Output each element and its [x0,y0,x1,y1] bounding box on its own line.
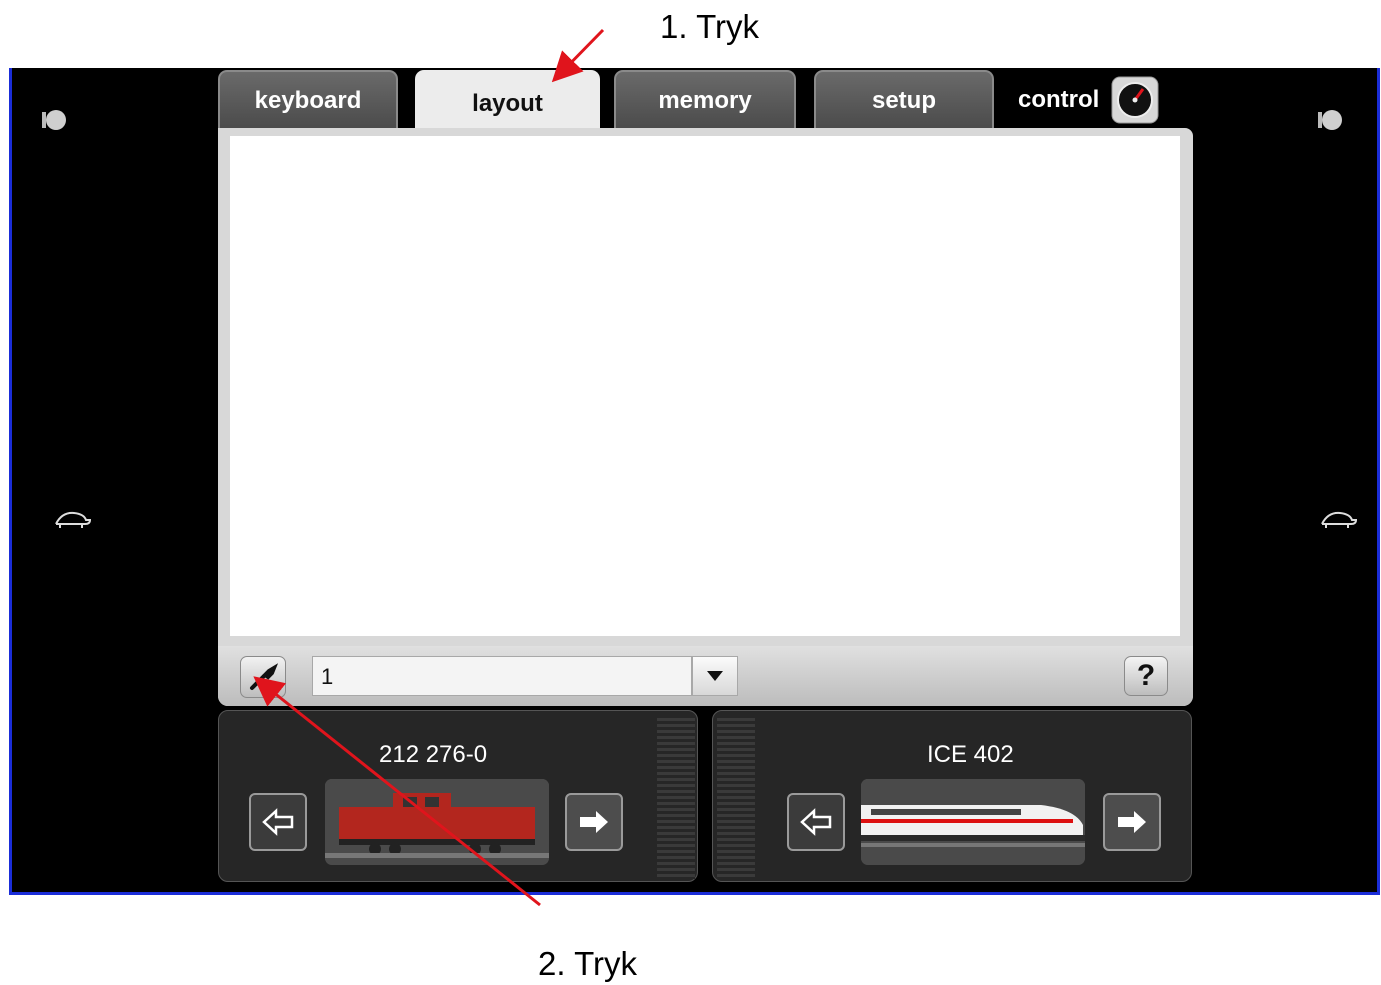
annotation-arrows [253,28,605,907]
annotation-step-2: 2. Tryk [538,945,638,982]
annotation-arrow-2 [253,676,541,907]
annotation-arrow-1 [551,28,605,83]
